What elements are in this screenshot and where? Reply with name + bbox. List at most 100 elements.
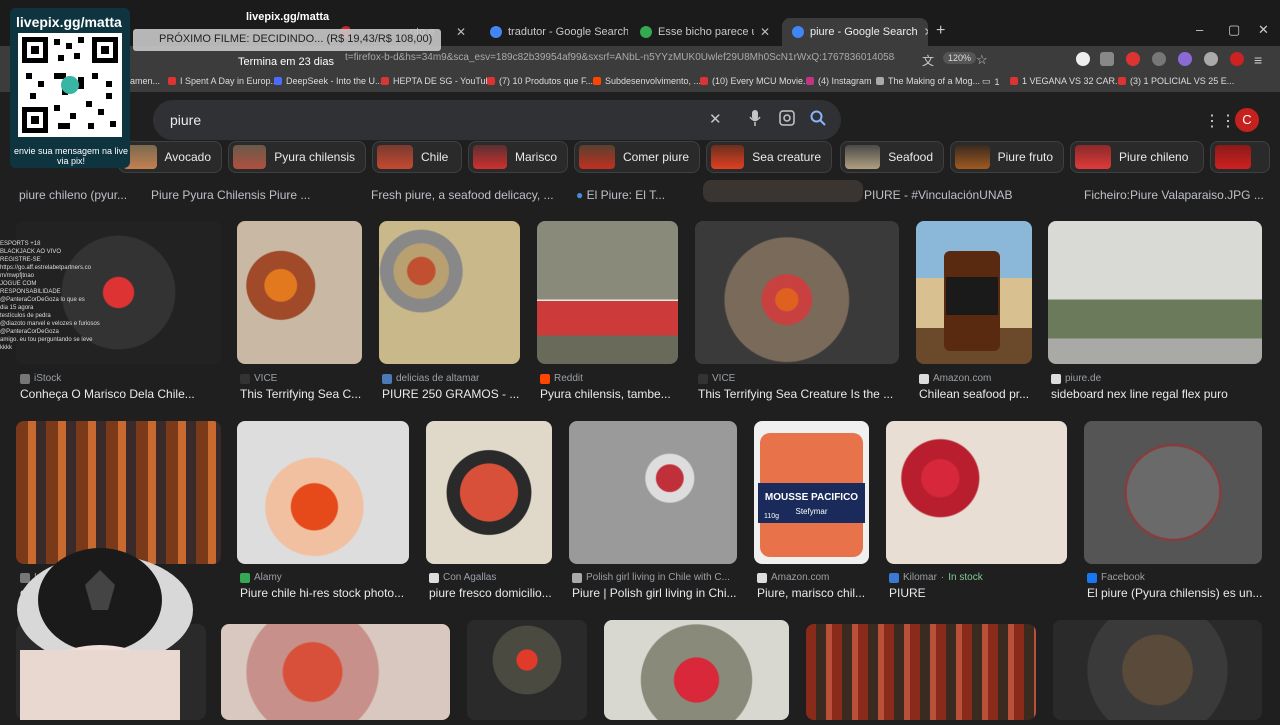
image-source[interactable]: piure.de: [1051, 373, 1101, 384]
image-source[interactable]: VICE: [698, 373, 735, 384]
new-tab-button[interactable]: +: [936, 22, 945, 40]
bookmark-star-icon[interactable]: ☆: [976, 52, 990, 67]
search-box[interactable]: [153, 100, 841, 140]
clear-icon[interactable]: ✕: [709, 110, 722, 128]
bookmark-item[interactable]: 1 VEGANA VS 32 CAR...: [1010, 76, 1123, 86]
result-image[interactable]: [221, 624, 450, 720]
bookmark-folder[interactable]: ▭ 1: [982, 76, 1000, 87]
chip-seafood[interactable]: Seafood: [840, 141, 944, 173]
result-image[interactable]: MOUSSE PACIFICO Stefymar 110g: [754, 421, 869, 564]
result-caption[interactable]: ● El Piure: El T...: [576, 188, 665, 202]
bookmark-item[interactable]: (3) 1 POLICIAL VS 25 E...: [1118, 76, 1234, 86]
result-image[interactable]: [237, 421, 409, 564]
menu-icon[interactable]: ≡: [1254, 52, 1268, 68]
minimize-button[interactable]: –: [1196, 22, 1203, 37]
image-title[interactable]: sideboard nex line regal flex puro: [1051, 387, 1261, 401]
image-title[interactable]: Piure, marisco chil...: [757, 586, 872, 600]
image-title[interactable]: PIURE 250 GRAMOS - ...: [382, 387, 522, 401]
search-input[interactable]: piure: [170, 112, 201, 128]
image-title[interactable]: piure fresco domicilio...: [429, 586, 559, 600]
zoom-indicator[interactable]: 120%: [943, 52, 977, 64]
image-source[interactable]: Alamy: [240, 572, 282, 583]
result-image[interactable]: [467, 620, 587, 720]
result-image[interactable]: [237, 221, 362, 364]
chip-pyura-chilensis[interactable]: Pyura chilensis: [228, 141, 366, 173]
result-caption[interactable]: Fresh piure, a seafood delicacy, ...: [371, 188, 554, 202]
image-source[interactable]: delicias de altamar: [382, 373, 479, 384]
notification-icon[interactable]: [1126, 52, 1140, 66]
bookmark-item[interactable]: I Spent A Day in Europ...: [168, 76, 278, 86]
result-image[interactable]: [537, 221, 678, 364]
image-source[interactable]: VICE: [240, 373, 277, 384]
result-caption[interactable]: piure chileno (pyur...: [19, 188, 127, 202]
result-caption[interactable]: PIURE - #VinculaciónUNAB: [864, 188, 1013, 202]
image-source[interactable]: Amazon.com: [757, 572, 829, 583]
chip-piure-chileno[interactable]: Piure chileno: [1070, 141, 1204, 173]
extension-icon[interactable]: [1204, 52, 1218, 66]
lens-icon[interactable]: [779, 110, 795, 126]
result-caption[interactable]: Ficheiro:Piure Valaparaiso.JPG ...: [1084, 188, 1264, 202]
image-source[interactable]: Amazon.com: [919, 373, 991, 384]
translate-icon[interactable]: 文: [922, 52, 936, 68]
url-field[interactable]: t=firefox-b-d&hs=34m9&sca_esv=189c82b399…: [345, 52, 895, 63]
close-icon[interactable]: ✕: [924, 25, 928, 39]
image-title[interactable]: Piure | Polish girl living in Chi...: [572, 586, 738, 600]
bookmark-item[interactable]: The Making of a Mog...: [876, 76, 980, 86]
extensions-icon[interactable]: [1100, 52, 1114, 66]
bookmark-item[interactable]: (10) Every MCU Movie...: [700, 76, 811, 86]
chip-marisco[interactable]: Marisco: [468, 141, 568, 173]
result-image[interactable]: [1053, 620, 1262, 720]
close-icon[interactable]: ✕: [760, 25, 770, 39]
bookmark-item[interactable]: HEPTA DE SG - YouTube: [381, 76, 496, 86]
chip-chile[interactable]: Chile: [372, 141, 462, 173]
chip-sea-creature[interactable]: Sea creature: [706, 141, 832, 173]
image-title[interactable]: Piure chile hi-res stock photo...: [240, 586, 410, 600]
image-source[interactable]: Reddit: [540, 373, 583, 384]
reddit-icon: [540, 373, 550, 384]
bookmark-item[interactable]: amen...: [130, 76, 160, 86]
chip-avocado[interactable]: Avocado: [118, 141, 222, 173]
image-title[interactable]: Chilean seafood pr...: [919, 387, 1034, 401]
result-image[interactable]: [1084, 421, 1262, 564]
image-title[interactable]: Pyura chilensis, tambe...: [540, 387, 680, 401]
tab-active[interactable]: piure - Google Search ✕: [782, 18, 928, 46]
result-image[interactable]: [886, 421, 1067, 564]
result-image[interactable]: [569, 421, 737, 564]
microphone-icon[interactable]: [748, 110, 762, 126]
avatar[interactable]: C: [1235, 108, 1259, 132]
image-title[interactable]: This Terrifying Sea Creature Is the ...: [698, 387, 898, 401]
search-icon[interactable]: [810, 110, 826, 126]
close-window-button[interactable]: ✕: [1258, 22, 1269, 38]
close-icon[interactable]: ✕: [456, 25, 466, 39]
image-title[interactable]: PIURE: [889, 586, 1069, 600]
bookmark-item[interactable]: DeepSeek - Into the U...: [274, 76, 383, 86]
maximize-button[interactable]: ▢: [1228, 22, 1240, 38]
google-account-icon[interactable]: [1076, 52, 1090, 66]
extension-icon[interactable]: [1178, 52, 1192, 66]
result-caption[interactable]: Piure Pyura Chilensis Piure ...: [151, 188, 310, 202]
image-title[interactable]: This Terrifying Sea C...: [240, 387, 365, 401]
image-source[interactable]: Polish girl living in Chile with C...: [572, 572, 730, 583]
tab-2[interactable]: tradutor - Google Search✕: [480, 18, 628, 46]
image-partial[interactable]: [703, 180, 863, 202]
bookmark-item[interactable]: Subdesenvolvimento, ...: [593, 76, 701, 86]
chip-piure-fruto[interactable]: Piure fruto: [950, 141, 1064, 173]
result-image[interactable]: [379, 221, 520, 364]
image-source[interactable]: Con Agallas: [429, 572, 496, 583]
image-source[interactable]: Facebook: [1087, 572, 1145, 583]
adblock-icon[interactable]: [1230, 52, 1244, 66]
bookmark-item[interactable]: (7) 10 Produtos que F...: [487, 76, 593, 86]
result-image[interactable]: [1048, 221, 1262, 364]
tab-3[interactable]: Esse bicho parece uma pedra c ✕: [630, 18, 780, 46]
image-title[interactable]: El piure (Pyura chilensis) es un...: [1087, 586, 1262, 600]
chip-more[interactable]: [1210, 141, 1270, 173]
result-image[interactable]: [426, 421, 552, 564]
bookmark-item[interactable]: (4) Instagram: [806, 76, 872, 86]
image-source[interactable]: Kilomar · In stock: [889, 572, 983, 583]
result-image[interactable]: [916, 221, 1032, 364]
result-image[interactable]: [806, 624, 1036, 720]
chip-comer-piure[interactable]: Comer piure: [574, 141, 700, 173]
result-image[interactable]: [604, 620, 789, 720]
sound-icon[interactable]: [1152, 52, 1166, 66]
result-image[interactable]: [695, 221, 899, 364]
